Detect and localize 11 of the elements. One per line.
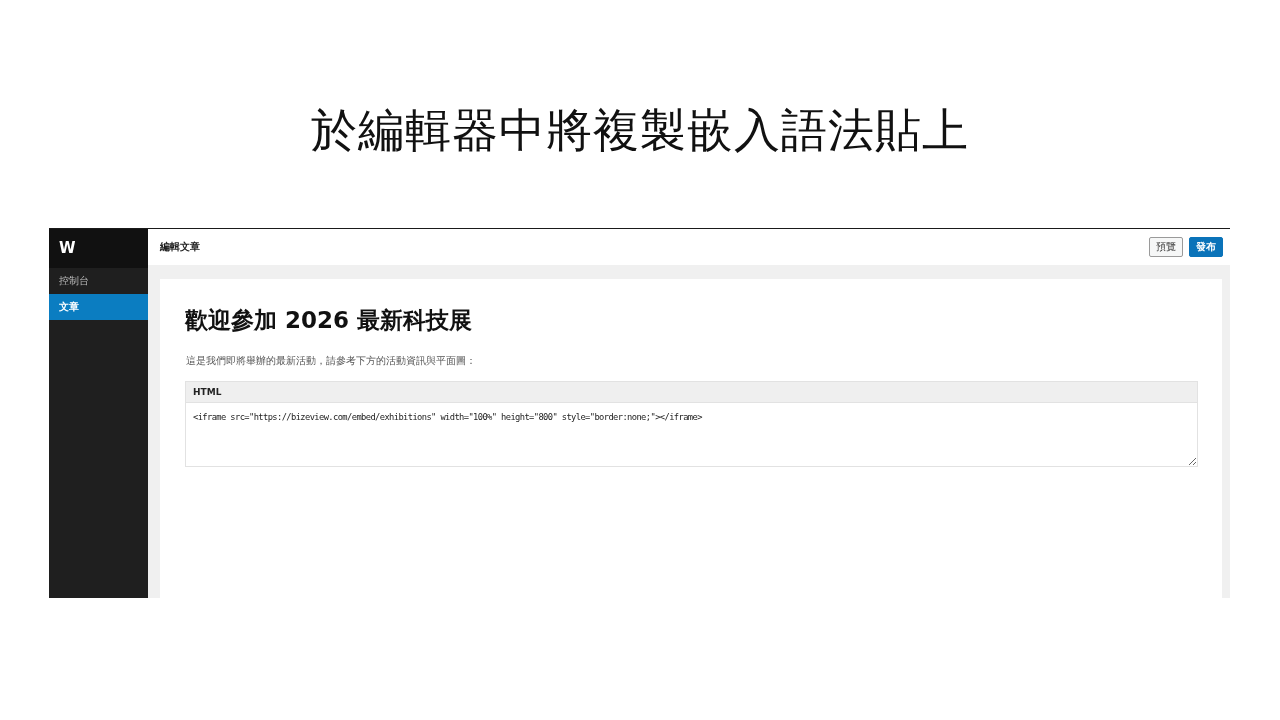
code-field[interactable]: <iframe src="https://bizeview.com/embed/exhibitions" width="100%" height="800" style="border:none;"></iframe> [185,402,1198,467]
post-paragraph: 這是我們即將舉辦的最新活動，請參考下方的活動資訊與平面圖： [186,354,477,368]
block-label: HTML [185,381,1198,402]
preview-button[interactable]: 預覽 [1149,237,1183,257]
sidebar-item[interactable]: 文章 [49,294,148,320]
sidebar-item[interactable]: 控制台 [49,268,148,294]
post-heading: 歡迎參加 2026 最新科技展 [185,306,474,335]
logo: W [49,229,148,268]
slide-title: 於編輯器中將複製嵌入語法貼上 [311,102,969,158]
page-title: 編輯文章 [160,240,200,254]
publish-button[interactable]: 發布 [1189,237,1223,257]
